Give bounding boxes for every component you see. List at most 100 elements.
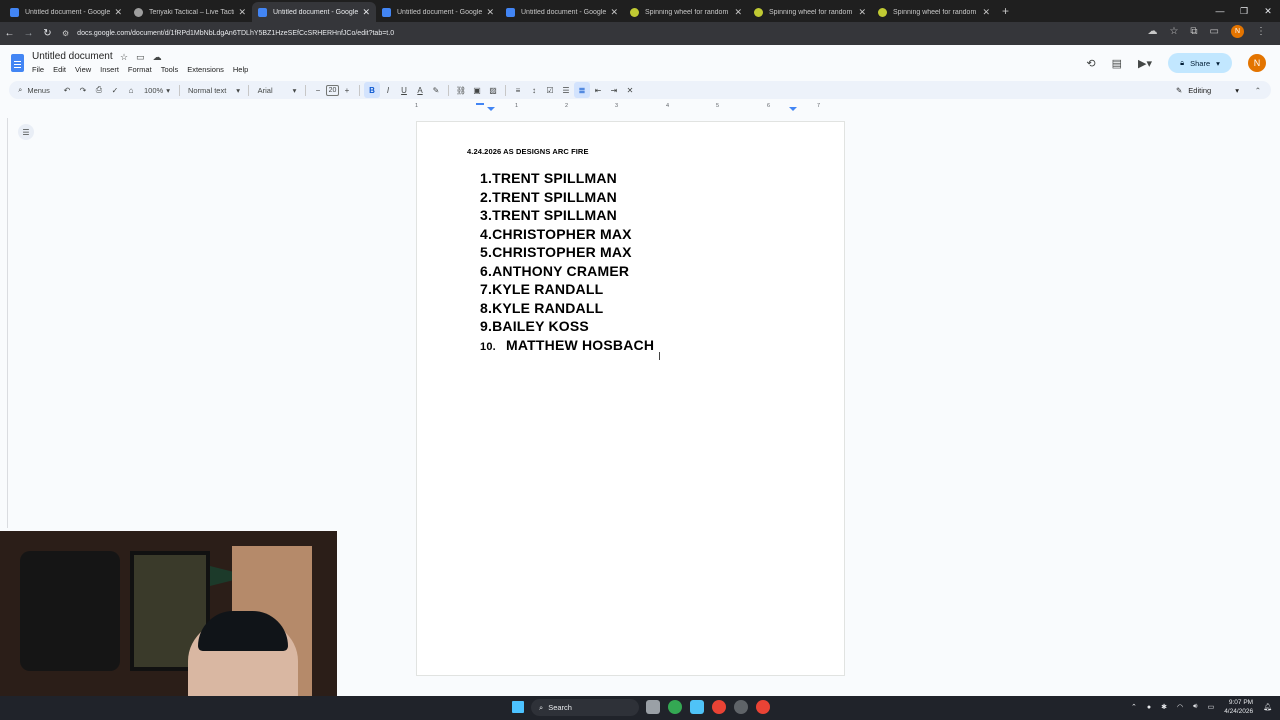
chrome-icon[interactable] xyxy=(712,700,726,714)
chrome-icon[interactable] xyxy=(668,700,682,714)
document-page[interactable]: 4.24.2026 AS DESIGNS ARC FIRE 1.TRENT SP… xyxy=(416,121,845,676)
restore-icon[interactable]: ❐ xyxy=(1232,6,1256,17)
app-icon[interactable] xyxy=(690,700,704,714)
menu-format[interactable]: Format xyxy=(128,65,152,74)
profile-icon[interactable]: N xyxy=(1231,25,1244,38)
close-window-icon[interactable]: ✕ xyxy=(1256,6,1280,17)
close-tab-icon[interactable]: ✕ xyxy=(486,7,494,18)
minimize-icon[interactable]: — xyxy=(1208,6,1232,16)
browser-tab[interactable]: Untitled document - Google Docs✕ xyxy=(4,2,128,22)
link-icon[interactable]: ⛓ xyxy=(453,82,469,98)
notifications-icon[interactable]: 🔔︎ xyxy=(1263,703,1272,711)
bulleted-list-icon[interactable]: ☰ xyxy=(558,82,574,98)
comment-icon[interactable]: ▣ xyxy=(469,82,485,98)
browser-tab[interactable]: Teriyaki Tactical – Live Tactical Wel...… xyxy=(128,2,252,22)
account-avatar[interactable]: N xyxy=(1248,54,1266,72)
close-tab-icon[interactable]: ✕ xyxy=(238,7,246,18)
github-icon[interactable] xyxy=(734,700,748,714)
bookmark-star-icon[interactable]: ☆ xyxy=(1169,26,1178,37)
increase-indent-icon[interactable]: ⇥ xyxy=(606,82,622,98)
menu-insert[interactable]: Insert xyxy=(100,65,119,74)
browser-tab[interactable]: Spinning wheel for random choic... ✕ xyxy=(624,2,748,22)
meet-icon[interactable]: ▶▾ xyxy=(1138,57,1152,70)
forward-icon[interactable]: → xyxy=(19,28,38,39)
app-tray-icon[interactable]: ● xyxy=(1147,704,1151,711)
first-line-indent-marker[interactable] xyxy=(476,103,484,105)
decrease-font-size-icon[interactable]: − xyxy=(310,82,326,98)
right-indent-marker[interactable] xyxy=(789,107,797,111)
browser-menu-icon[interactable]: ⋮ xyxy=(1256,26,1266,37)
cloud-status-icon[interactable]: ☁ xyxy=(153,52,162,63)
chrome-icon[interactable] xyxy=(756,700,770,714)
style-select[interactable]: Normal text ▾ xyxy=(184,82,244,98)
browser-tab[interactable]: Untitled document - Google Docs✕ xyxy=(252,2,376,22)
comments-icon[interactable]: ▤ xyxy=(1112,57,1122,70)
print-icon[interactable]: ⎙ xyxy=(91,82,107,98)
highlight-icon[interactable]: ✎ xyxy=(428,82,444,98)
clock[interactable]: 9:07 PM 4/24/2026 xyxy=(1224,698,1253,716)
windows-start-icon[interactable] xyxy=(512,701,524,713)
clear-formatting-icon[interactable]: ✕ xyxy=(622,82,638,98)
font-select[interactable]: Arial ▾ xyxy=(253,82,301,98)
menus-search[interactable]: ⌕ Menus xyxy=(9,82,59,98)
extensions-icon[interactable]: ⧉ xyxy=(1190,26,1197,37)
paint-format-icon[interactable]: ⌂ xyxy=(123,82,139,98)
close-tab-icon[interactable]: ✕ xyxy=(858,7,866,18)
volume-icon[interactable]: 🔊︎ xyxy=(1193,703,1197,711)
image-icon[interactable]: ▨ xyxy=(485,82,501,98)
redo-icon[interactable]: ↷ xyxy=(75,82,91,98)
taskbar-search[interactable]: ⌕ Search xyxy=(531,699,639,716)
document-outline-icon[interactable]: ☰ xyxy=(18,124,34,140)
font-size-input[interactable]: 20 xyxy=(326,84,339,96)
new-tab-icon[interactable]: + xyxy=(1002,4,1009,18)
menu-file[interactable]: File xyxy=(32,65,44,74)
chevron-up-icon[interactable]: ⌃ xyxy=(1131,703,1137,711)
text-color-icon[interactable]: A xyxy=(412,82,428,98)
bold-icon[interactable]: B xyxy=(364,82,380,98)
editing-mode-select[interactable]: ✎ Editing ▾ xyxy=(1176,86,1239,95)
menu-edit[interactable]: Edit xyxy=(53,65,66,74)
back-icon[interactable]: ← xyxy=(0,28,19,39)
undo-icon[interactable]: ↶ xyxy=(59,82,75,98)
close-tab-icon[interactable]: ✕ xyxy=(610,7,618,18)
move-folder-icon[interactable]: ▭ xyxy=(136,52,145,63)
docs-logo-icon[interactable] xyxy=(11,54,24,72)
menu-extensions[interactable]: Extensions xyxy=(187,65,224,74)
cast-icon[interactable]: ▭ xyxy=(1210,26,1219,37)
browser-tab[interactable]: Untitled document - Google Docs✕ xyxy=(376,2,500,22)
version-history-icon[interactable]: ⟲ xyxy=(1086,57,1095,70)
spellcheck-icon[interactable]: ✓ xyxy=(107,82,123,98)
italic-icon[interactable]: I xyxy=(380,82,396,98)
numbered-list-icon[interactable]: ≣ xyxy=(574,82,590,98)
site-info-icon[interactable]: ⚙ xyxy=(62,29,69,38)
bluetooth-icon[interactable]: ✱ xyxy=(1161,703,1167,711)
checklist-icon[interactable]: ☑ xyxy=(542,82,558,98)
browser-tab[interactable]: Spinning wheel for random choic... ✕ xyxy=(872,2,996,22)
url-field[interactable]: ⚙ docs.google.com/document/d/1fRPd1MbNbL… xyxy=(62,24,1162,43)
left-indent-marker[interactable] xyxy=(487,107,495,111)
increase-font-size-icon[interactable]: + xyxy=(339,82,355,98)
battery-icon[interactable]: ▭ xyxy=(1208,703,1215,711)
close-tab-icon[interactable]: ✕ xyxy=(734,7,742,18)
wifi-icon[interactable]: ◠ xyxy=(1177,703,1183,711)
line-spacing-icon[interactable]: ↕ xyxy=(526,82,542,98)
decrease-indent-icon[interactable]: ⇤ xyxy=(590,82,606,98)
close-tab-icon[interactable]: ✕ xyxy=(982,7,990,18)
underline-icon[interactable]: U xyxy=(396,82,412,98)
close-tab-icon[interactable]: ✕ xyxy=(362,7,370,18)
browser-tab[interactable]: Untitled document - Google Docs✕ xyxy=(500,2,624,22)
file-explorer-icon[interactable] xyxy=(646,700,660,714)
reload-icon[interactable]: ↻ xyxy=(38,28,57,39)
menu-tools[interactable]: Tools xyxy=(161,65,179,74)
share-button[interactable]: 🔒︎ Share ▾ xyxy=(1168,53,1232,73)
cloud-icon[interactable]: ☁ xyxy=(1147,26,1157,37)
align-icon[interactable]: ≡ xyxy=(510,82,526,98)
menu-view[interactable]: View xyxy=(75,65,91,74)
menu-help[interactable]: Help xyxy=(233,65,248,74)
browser-tab[interactable]: Spinning wheel for random choic... ✕ xyxy=(748,2,872,22)
share-dropdown-icon[interactable]: ▾ xyxy=(1216,59,1220,68)
zoom-select[interactable]: 100% ▾ xyxy=(139,82,175,98)
star-icon[interactable]: ☆ xyxy=(120,52,128,63)
collapse-toolbar-icon[interactable]: ⌃ xyxy=(1255,86,1261,95)
document-title[interactable]: Untitled document xyxy=(32,51,113,62)
